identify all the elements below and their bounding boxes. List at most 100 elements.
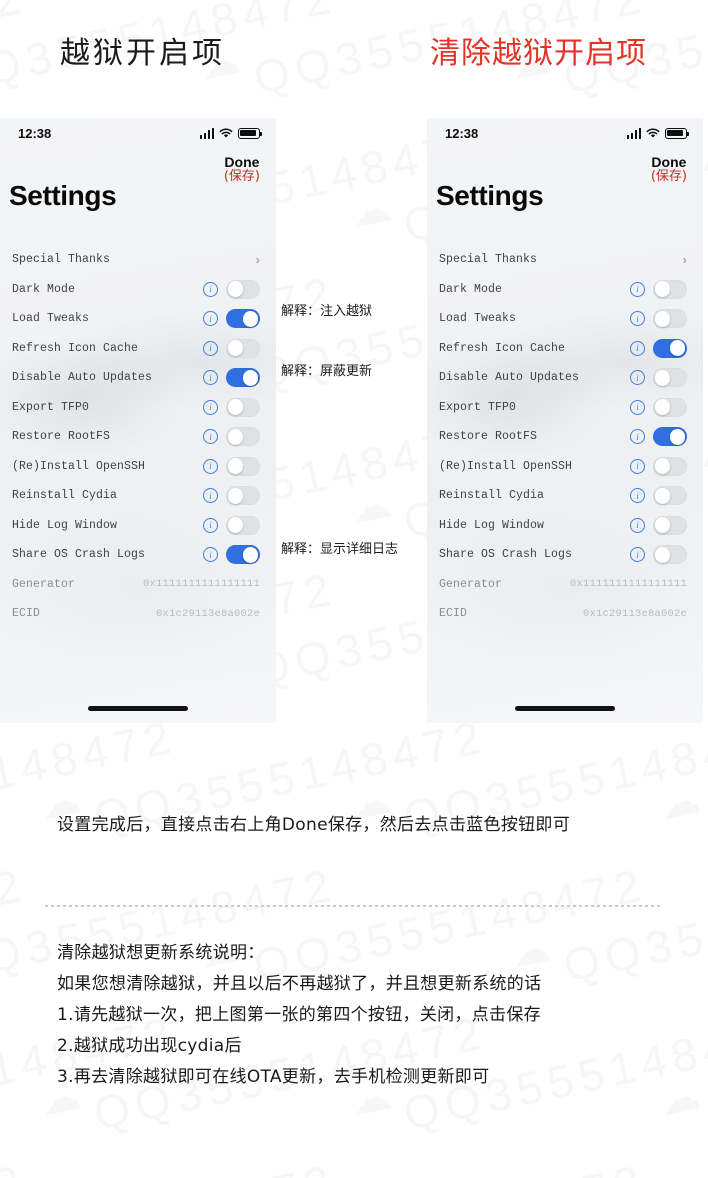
wifi-icon: [219, 127, 233, 138]
settings-row[interactable]: Hide Log Window i: [427, 511, 703, 541]
info-icon[interactable]: i: [630, 458, 645, 474]
instruction-line: 如果您想清除越狱，并且以后不再越狱了，并且想更新系统的话: [57, 974, 542, 994]
page-title-right: 清除越狱开启项: [430, 36, 647, 71]
settings-row-value: 0x1111111111111111: [142, 578, 260, 591]
info-icon[interactable]: i: [203, 340, 218, 356]
toggle-switch[interactable]: [226, 545, 260, 565]
toggle-knob: [227, 281, 244, 298]
settings-row-label: Export TFP0: [439, 400, 517, 414]
info-icon[interactable]: i: [203, 281, 218, 297]
settings-row[interactable]: Export TFP0 i: [427, 393, 703, 423]
settings-row-label: Export TFP0: [12, 400, 90, 414]
toggle-switch[interactable]: [226, 456, 260, 476]
info-icon[interactable]: i: [630, 281, 645, 297]
settings-row: Generator 0x1111111111111111: [0, 570, 276, 600]
settings-row[interactable]: Reinstall Cydia i: [0, 481, 276, 511]
info-icon[interactable]: i: [203, 429, 218, 445]
info-icon[interactable]: i: [203, 458, 218, 474]
settings-row[interactable]: Disable Auto Updates i: [0, 363, 276, 393]
toggle-switch[interactable]: [653, 515, 687, 535]
instruction-line: 3.再去清除越狱即可在线OTA更新，去手机检测更新即可: [57, 1067, 490, 1087]
toggle-switch[interactable]: [226, 309, 260, 329]
settings-row[interactable]: Disable Auto Updates i: [427, 363, 703, 393]
top-note-text: 设置完成后，直接点击右上角Done保存，然后去点击蓝色按钮即可: [57, 815, 571, 835]
info-icon[interactable]: i: [630, 399, 645, 415]
info-icon[interactable]: i: [630, 340, 645, 356]
info-icon[interactable]: i: [630, 311, 645, 327]
toggle-knob: [227, 399, 244, 416]
toggle-knob: [654, 458, 671, 475]
toggle-switch[interactable]: [226, 279, 260, 299]
info-icon[interactable]: i: [203, 547, 218, 563]
settings-row[interactable]: Share OS Crash Logs i: [0, 540, 276, 570]
toggle-switch[interactable]: [653, 397, 687, 417]
settings-row[interactable]: Refresh Icon Cache i: [427, 334, 703, 364]
toggle-switch[interactable]: [653, 456, 687, 476]
info-icon[interactable]: i: [203, 517, 218, 533]
settings-row: Generator 0x1111111111111111: [427, 570, 703, 600]
info-icon[interactable]: i: [630, 488, 645, 504]
settings-row[interactable]: Hide Log Window i: [0, 511, 276, 541]
settings-row: ECID 0x1c29113e8a002e: [427, 599, 703, 629]
done-label: Done: [651, 154, 687, 170]
toggle-switch[interactable]: [226, 397, 260, 417]
settings-row[interactable]: Restore RootFS i: [427, 422, 703, 452]
instruction-line: 1.请先越狱一次，把上图第一张的第四个按钮，关闭，点击保存: [57, 1005, 541, 1025]
toggle-switch[interactable]: [226, 338, 260, 358]
info-icon[interactable]: i: [203, 311, 218, 327]
status-icons: [626, 127, 690, 139]
home-indicator: [88, 706, 188, 711]
info-icon[interactable]: i: [203, 488, 218, 504]
annotation-text: 解释：显示详细日志: [281, 542, 399, 557]
info-icon[interactable]: i: [630, 547, 645, 563]
toggle-switch[interactable]: [653, 486, 687, 506]
toggle-knob: [654, 369, 671, 386]
settings-row-label: Hide Log Window: [12, 518, 118, 532]
settings-row-label: ECID: [12, 607, 41, 621]
settings-row[interactable]: Special Thanks ›: [427, 245, 703, 275]
settings-row-label: Refresh Icon Cache: [12, 341, 139, 355]
done-cn-label: (保存): [223, 169, 260, 185]
settings-rows: Special Thanks › Dark Mode i Load Tweaks i Ref…: [427, 245, 703, 629]
settings-row[interactable]: Restore RootFS i: [0, 422, 276, 452]
toggle-switch[interactable]: [653, 368, 687, 388]
instruction-block: 清除越狱想更新系统说明： 如果您想清除越狱，并且以后不再越狱了，并且想更新系统的话…: [57, 938, 541, 1093]
info-icon[interactable]: i: [630, 429, 645, 445]
info-icon[interactable]: i: [203, 399, 218, 415]
toggle-switch[interactable]: [653, 338, 687, 358]
toggle-switch[interactable]: [226, 368, 260, 388]
toggle-switch[interactable]: [653, 427, 687, 447]
settings-row-label: (Re)Install OpenSSH: [12, 459, 146, 473]
done-button[interactable]: Done (保存): [224, 154, 260, 185]
info-icon[interactable]: i: [630, 517, 645, 533]
settings-row[interactable]: Share OS Crash Logs i: [427, 540, 703, 570]
settings-row[interactable]: Dark Mode i: [427, 275, 703, 305]
info-icon[interactable]: i: [203, 370, 218, 386]
settings-row-label: Dark Mode: [439, 282, 503, 296]
info-icon[interactable]: i: [630, 370, 645, 386]
settings-title: Settings: [9, 180, 117, 211]
settings-row[interactable]: (Re)Install OpenSSH i: [0, 452, 276, 482]
toggle-knob: [654, 517, 671, 534]
toggle-switch[interactable]: [653, 279, 687, 299]
settings-row[interactable]: Load Tweaks i: [0, 304, 276, 334]
toggle-knob: [227, 517, 244, 534]
toggle-knob: [227, 340, 244, 357]
settings-row-label: Reinstall Cydia: [12, 489, 118, 503]
settings-row[interactable]: Refresh Icon Cache i: [0, 334, 276, 364]
settings-row[interactable]: Load Tweaks i: [427, 304, 703, 334]
settings-row[interactable]: Reinstall Cydia i: [427, 481, 703, 511]
settings-row[interactable]: Special Thanks ›: [0, 245, 276, 275]
done-button[interactable]: Done (保存): [651, 154, 687, 185]
settings-row-label: Disable Auto Updates: [12, 371, 153, 385]
toggle-switch[interactable]: [653, 309, 687, 329]
toggle-switch[interactable]: [653, 545, 687, 565]
settings-row[interactable]: Export TFP0 i: [0, 393, 276, 423]
settings-row[interactable]: Dark Mode i: [0, 275, 276, 305]
toggle-switch[interactable]: [226, 427, 260, 447]
settings-row-label: Restore RootFS: [12, 430, 111, 444]
toggle-switch[interactable]: [226, 515, 260, 535]
settings-row[interactable]: (Re)Install OpenSSH i: [427, 452, 703, 482]
toggle-knob: [654, 546, 671, 563]
toggle-switch[interactable]: [226, 486, 260, 506]
